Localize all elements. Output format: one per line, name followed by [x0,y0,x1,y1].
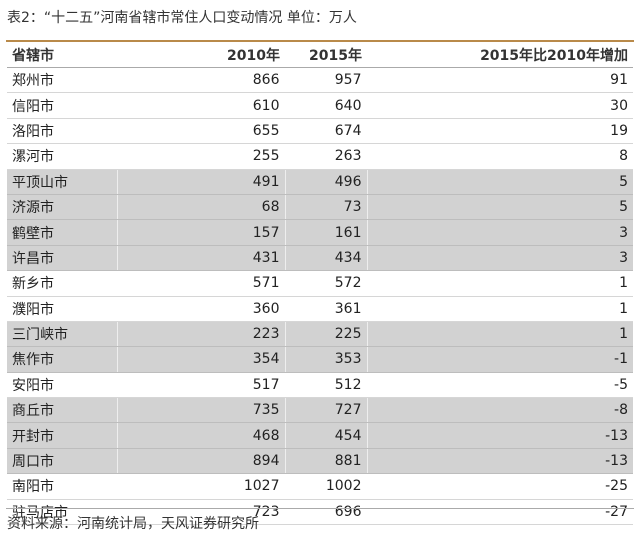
value-2015-cell: 957 [284,67,367,94]
value-2015-cell: 263 [284,143,367,170]
value-2010-cell: 157 [116,219,285,246]
city-cell: 濮阳市 [7,296,117,322]
value-2010-cell: 894 [116,448,285,475]
value-2010-cell: 1027 [116,473,285,500]
city-cell: 许昌市 [7,245,117,272]
value-2015-cell: 161 [284,219,367,246]
city-cell: 平顶山市 [7,169,117,195]
value-2010-cell: 610 [116,92,285,119]
value-2010-cell: 655 [116,118,285,145]
value-2010-cell: 571 [116,270,285,297]
value-2015-cell: 696 [284,499,367,526]
value-2015-cell: 225 [284,321,367,348]
value-2015-cell: 454 [284,422,367,449]
table-row: 鹤壁市 157 161 3 [7,219,633,246]
value-2015-cell: 640 [284,92,367,119]
value-2010-cell: 491 [116,169,285,195]
value-2010-cell: 866 [116,67,285,94]
city-cell: 安阳市 [7,372,117,399]
city-cell: 鹤壁市 [7,219,117,246]
increase-cell: -8 [366,397,633,424]
table-row: 周口市 894 881 -13 [7,448,633,475]
city-cell: 郑州市 [7,67,117,94]
value-2015-cell: 496 [284,169,367,195]
increase-cell: 1 [366,321,633,348]
table-row: 南阳市 1027 1002 -25 [7,473,633,500]
city-cell: 南阳市 [7,473,117,500]
value-2015-cell: 881 [284,448,367,475]
city-cell: 商丘市 [7,397,117,424]
value-2015-cell: 361 [284,296,367,322]
increase-cell: 8 [366,143,633,170]
value-2015-cell: 353 [284,346,367,373]
city-cell: 周口市 [7,448,117,475]
table-row: 三门峡市 223 225 1 [7,321,633,348]
increase-cell: 3 [366,245,633,272]
city-cell: 开封市 [7,422,117,449]
increase-cell: 19 [366,118,633,145]
source-note: 资料来源：河南统计局，天风证券研究所 [7,516,259,532]
value-2010-cell: 223 [116,321,285,348]
table-row: 濮阳市 360 361 1 [7,296,633,322]
city-cell: 洛阳市 [7,118,117,145]
table-body: 郑州市 866 957 91 信阳市 610 640 30 洛阳市 655 674 19 漯河市 255 2… [7,67,633,526]
value-2010-cell: 354 [116,346,285,373]
city-cell: 济源市 [7,194,117,221]
increase-cell: 3 [366,219,633,246]
increase-cell: 5 [366,194,633,221]
header-city: 省辖市 [7,43,117,68]
table-row: 安阳市 517 512 -5 [7,372,633,399]
city-cell: 漯河市 [7,143,117,170]
value-2015-cell: 512 [284,372,367,399]
bottom-rule [6,508,634,509]
city-cell: 新乡市 [7,270,117,297]
table-row: 新乡市 571 572 1 [7,270,633,297]
header-increase: 2015年比2010年增加 [367,43,633,68]
city-cell: 信阳市 [7,92,117,119]
increase-cell: -27 [366,499,633,526]
increase-cell: 1 [366,270,633,297]
value-2010-cell: 735 [116,397,285,424]
population-table: 省辖市 2010年 2015年 2015年比2010年增加 郑州市 866 957 9… [7,43,633,526]
table-row: 郑州市 866 957 91 [7,67,633,94]
document-page: 表2：“十二五”河南省辖市常住人口变动情况 单位：万人 省辖市 2010年 20… [0,0,640,551]
increase-cell: -25 [366,473,633,500]
value-2010-cell: 517 [116,372,285,399]
table-row: 漯河市 255 263 8 [7,143,633,170]
table-row: 信阳市 610 640 30 [7,92,633,119]
increase-cell: 30 [366,92,633,119]
top-rule [6,40,634,42]
value-2015-cell: 674 [284,118,367,145]
increase-cell: -1 [366,346,633,373]
value-2010-cell: 360 [116,296,285,322]
city-cell: 三门峡市 [7,321,117,348]
increase-cell: -13 [366,422,633,449]
table-caption: 表2：“十二五”河南省辖市常住人口变动情况 单位：万人 [7,10,357,26]
value-2015-cell: 73 [284,194,367,221]
value-2010-cell: 68 [116,194,285,221]
value-2015-cell: 434 [284,245,367,272]
header-row: 省辖市 2010年 2015年 2015年比2010年增加 [7,43,633,68]
header-2010: 2010年 [117,43,285,68]
value-2015-cell: 1002 [284,473,367,500]
increase-cell: 5 [366,169,633,195]
value-2010-cell: 468 [116,422,285,449]
increase-cell: -13 [366,448,633,475]
table-row: 济源市 68 73 5 [7,194,633,221]
table-row: 开封市 468 454 -13 [7,422,633,449]
value-2010-cell: 255 [116,143,285,170]
table-row: 焦作市 354 353 -1 [7,346,633,373]
increase-cell: 91 [366,67,633,94]
table-row: 许昌市 431 434 3 [7,245,633,272]
value-2010-cell: 431 [116,245,285,272]
table-row: 洛阳市 655 674 19 [7,118,633,145]
city-cell: 焦作市 [7,346,117,373]
increase-cell: -5 [366,372,633,399]
value-2015-cell: 572 [284,270,367,297]
table-row: 平顶山市 491 496 5 [7,169,633,195]
table-row: 商丘市 735 727 -8 [7,397,633,424]
value-2015-cell: 727 [284,397,367,424]
increase-cell: 1 [366,296,633,322]
header-2015: 2015年 [285,43,367,68]
